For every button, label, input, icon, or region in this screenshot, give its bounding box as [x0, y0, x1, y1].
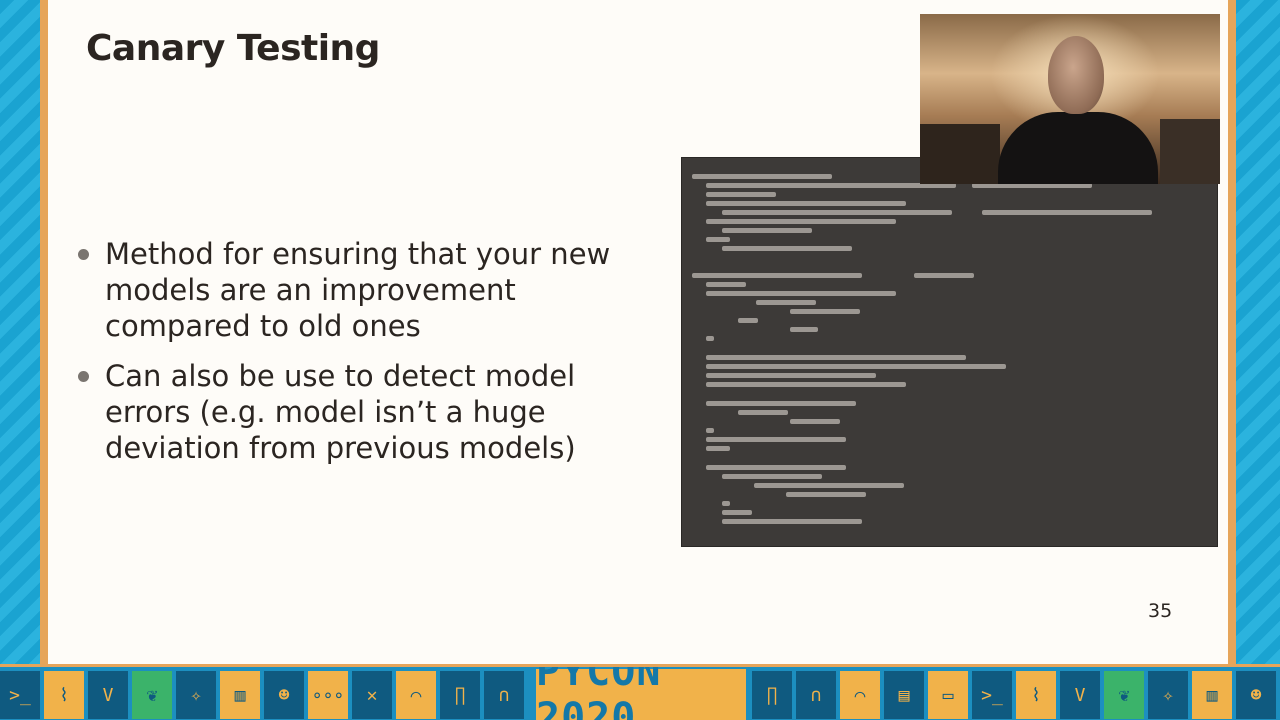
robot-icon: ☻ [1236, 671, 1276, 719]
dots-icon: ∘∘∘ [308, 671, 348, 719]
arch-icon: ∩ [484, 671, 524, 719]
hat-icon: ⌒ [840, 671, 880, 719]
pycon-banner: >_ ⌇ V ❦ ✧ ▥ ☻ ∘∘∘ ✕ ⌒ ∏ ∩ PYCON 2020 ∏ … [0, 664, 1280, 720]
slide-title: Canary Testing [86, 28, 380, 69]
robot-icon: ☻ [264, 671, 304, 719]
laurel-icon: ❦ [132, 671, 172, 719]
hat-icon: ⌒ [396, 671, 436, 719]
presenter-head [1048, 36, 1104, 114]
bars-icon: ▥ [220, 671, 260, 719]
compass-icon: ✧ [1148, 671, 1188, 719]
snake-icon: ⌇ [44, 671, 84, 719]
right-orange-stripe [1228, 0, 1236, 664]
bullet-item: Can also be use to detect model errors (… [78, 358, 648, 466]
bullet-text: Method for ensuring that your new models… [105, 237, 611, 343]
bullet-dot-icon [78, 371, 89, 382]
arch-icon: ∩ [796, 671, 836, 719]
chevron-icon: V [88, 671, 128, 719]
page-number: 35 [1148, 600, 1173, 622]
chevron-icon: V [1060, 671, 1100, 719]
bridge-icon: ∏ [752, 671, 792, 719]
bullet-dot-icon [78, 249, 89, 260]
left-pattern-border [0, 0, 40, 664]
laurel-icon: ❦ [1104, 671, 1144, 719]
right-pattern-border [1236, 0, 1280, 664]
bullet-list: Method for ensuring that your new models… [78, 236, 648, 480]
bridge-icon: ∏ [440, 671, 480, 719]
window-icon: ▤ [884, 671, 924, 719]
bullet-item: Method for ensuring that your new models… [78, 236, 648, 344]
banner-title: PYCON 2020 [536, 667, 746, 720]
snake-icon: ⌇ [1016, 671, 1056, 719]
browser-icon: ▭ [928, 671, 968, 719]
terminal-icon: >_ [972, 671, 1012, 719]
code-screenshot [681, 157, 1218, 547]
tools-icon: ✕ [352, 671, 392, 719]
terminal-icon: >_ [0, 671, 40, 719]
compass-icon: ✧ [176, 671, 216, 719]
bullet-text: Can also be use to detect model errors (… [105, 359, 576, 465]
presenter-webcam [920, 14, 1220, 184]
left-orange-stripe [40, 0, 48, 664]
bars-icon: ▥ [1192, 671, 1232, 719]
